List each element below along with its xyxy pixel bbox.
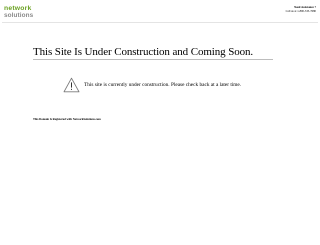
assistance-block: Need Assistance ? Call us at 1-800-333-7…: [285, 5, 316, 14]
notice-text: This site is currently under constructio…: [84, 81, 242, 88]
construction-notice: This site is currently under constructio…: [63, 76, 241, 93]
header-divider: [2, 22, 318, 23]
assistance-phone: Call us at 1-800-333-7680: [285, 8, 316, 13]
warning-triangle-icon: [63, 77, 80, 92]
registration-note: This Domain Is Registered with NetworkSo…: [33, 117, 101, 121]
network-solutions-logo[interactable]: network solutions: [4, 5, 34, 19]
logo-line-solutions: solutions: [4, 11, 34, 19]
page-title: This Site Is Under Construction and Comi…: [33, 46, 254, 58]
page: network solutions Need Assistance ? Call…: [0, 0, 320, 245]
title-underline: [33, 59, 273, 60]
